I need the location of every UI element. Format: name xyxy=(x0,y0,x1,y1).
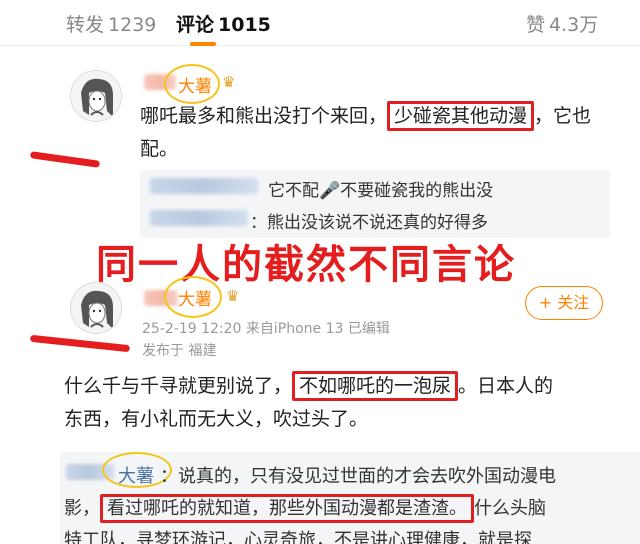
reply-preview[interactable]: 它不配🎤不要碰瓷我的熊出没 ：熊出没该说不说还真的好得多 xyxy=(140,170,610,238)
follow-button[interactable]: + 关注 xyxy=(525,286,603,320)
username[interactable]: 大薯 xyxy=(178,72,212,97)
blurred-reply-author xyxy=(150,210,248,226)
avatar[interactable] xyxy=(70,70,122,122)
reply-line: 它不配🎤不要碰瓷我的熊出没 xyxy=(268,181,494,201)
highlighted-phrase: 少碰瓷其他动漫 xyxy=(387,101,535,131)
tab-likes[interactable]: 赞 4.3万 xyxy=(526,10,598,37)
reply-line: 特工队，寻梦环游记，心灵奇旅，不是讲心理健康，就是探 xyxy=(64,530,532,544)
tab-repost[interactable]: 转发 1239 xyxy=(66,10,156,37)
tab-comments-label: 评论 xyxy=(176,14,215,36)
tab-repost-count: 1239 xyxy=(108,14,157,36)
reply-line: 影， 看过哪吒的就知道，那些外国动漫都是渣渣。 什么头脑 xyxy=(64,494,546,523)
tab-repost-label: 转发 xyxy=(66,14,105,36)
tab-likes-count: 4.3万 xyxy=(549,14,599,36)
username[interactable]: 大薯 xyxy=(178,285,212,310)
comment-text-a: 什么千与千寻就更别说了， xyxy=(64,375,293,397)
reply-line: ：熊出没该说不说还真的好得多 xyxy=(250,213,488,233)
reply-text-b: 什么头脑 xyxy=(474,498,546,519)
tab-comments[interactable]: 评论 1015 xyxy=(176,10,271,37)
highlighted-phrase: 看过哪吒的就知道，那些外国动漫都是渣渣。 xyxy=(100,494,474,523)
tab-comments-count: 1015 xyxy=(218,14,271,36)
crown-icon: ♛ xyxy=(222,73,236,91)
avatar-illustration xyxy=(71,71,121,121)
comment-text: 什么千与千寻就更别说了， 不如哪吒的一泡尿 。日本人的 xyxy=(64,371,553,401)
tab-likes-label: 赞 xyxy=(526,14,546,36)
comment-text: 哪吒最多和熊出没打个来回， 少碰瓷其他动漫 ，它也 xyxy=(140,101,591,131)
overlay-caption: 同一人的截然不同言论 xyxy=(96,242,516,288)
reply-username[interactable]: 大薯 xyxy=(118,462,154,488)
reply-line: ：说真的，只有没见过世面的才会去吹外国动漫电 xyxy=(160,466,556,487)
annotation-stroke xyxy=(29,151,101,168)
avatar-illustration xyxy=(71,283,121,333)
post-meta: 25-2-19 12:20 来自iPhone 13 已编辑 xyxy=(142,321,390,337)
post-location: 发布于 福建 xyxy=(142,343,217,359)
comment-text-continued: 东西，有小礼而无大义，吹过头了。 xyxy=(64,408,369,430)
reply-text-a: 影， xyxy=(64,498,100,519)
comment-text-b: 。日本人的 xyxy=(458,375,554,397)
annotation-stroke xyxy=(29,334,131,353)
comment-text-b: ，它也 xyxy=(534,105,592,127)
active-tab-indicator xyxy=(190,42,216,46)
highlighted-phrase: 不如哪吒的一泡尿 xyxy=(292,371,459,401)
comment-text-continued: 配。 xyxy=(140,138,179,160)
comment-text-a: 哪吒最多和熊出没打个来回， xyxy=(140,105,388,127)
avatar[interactable] xyxy=(70,282,122,334)
comment-tabs: 转发 1239 评论 1015 赞 4.3万 xyxy=(0,0,640,46)
crown-icon: ♛ xyxy=(226,287,240,305)
blurred-reply-author xyxy=(150,178,258,194)
